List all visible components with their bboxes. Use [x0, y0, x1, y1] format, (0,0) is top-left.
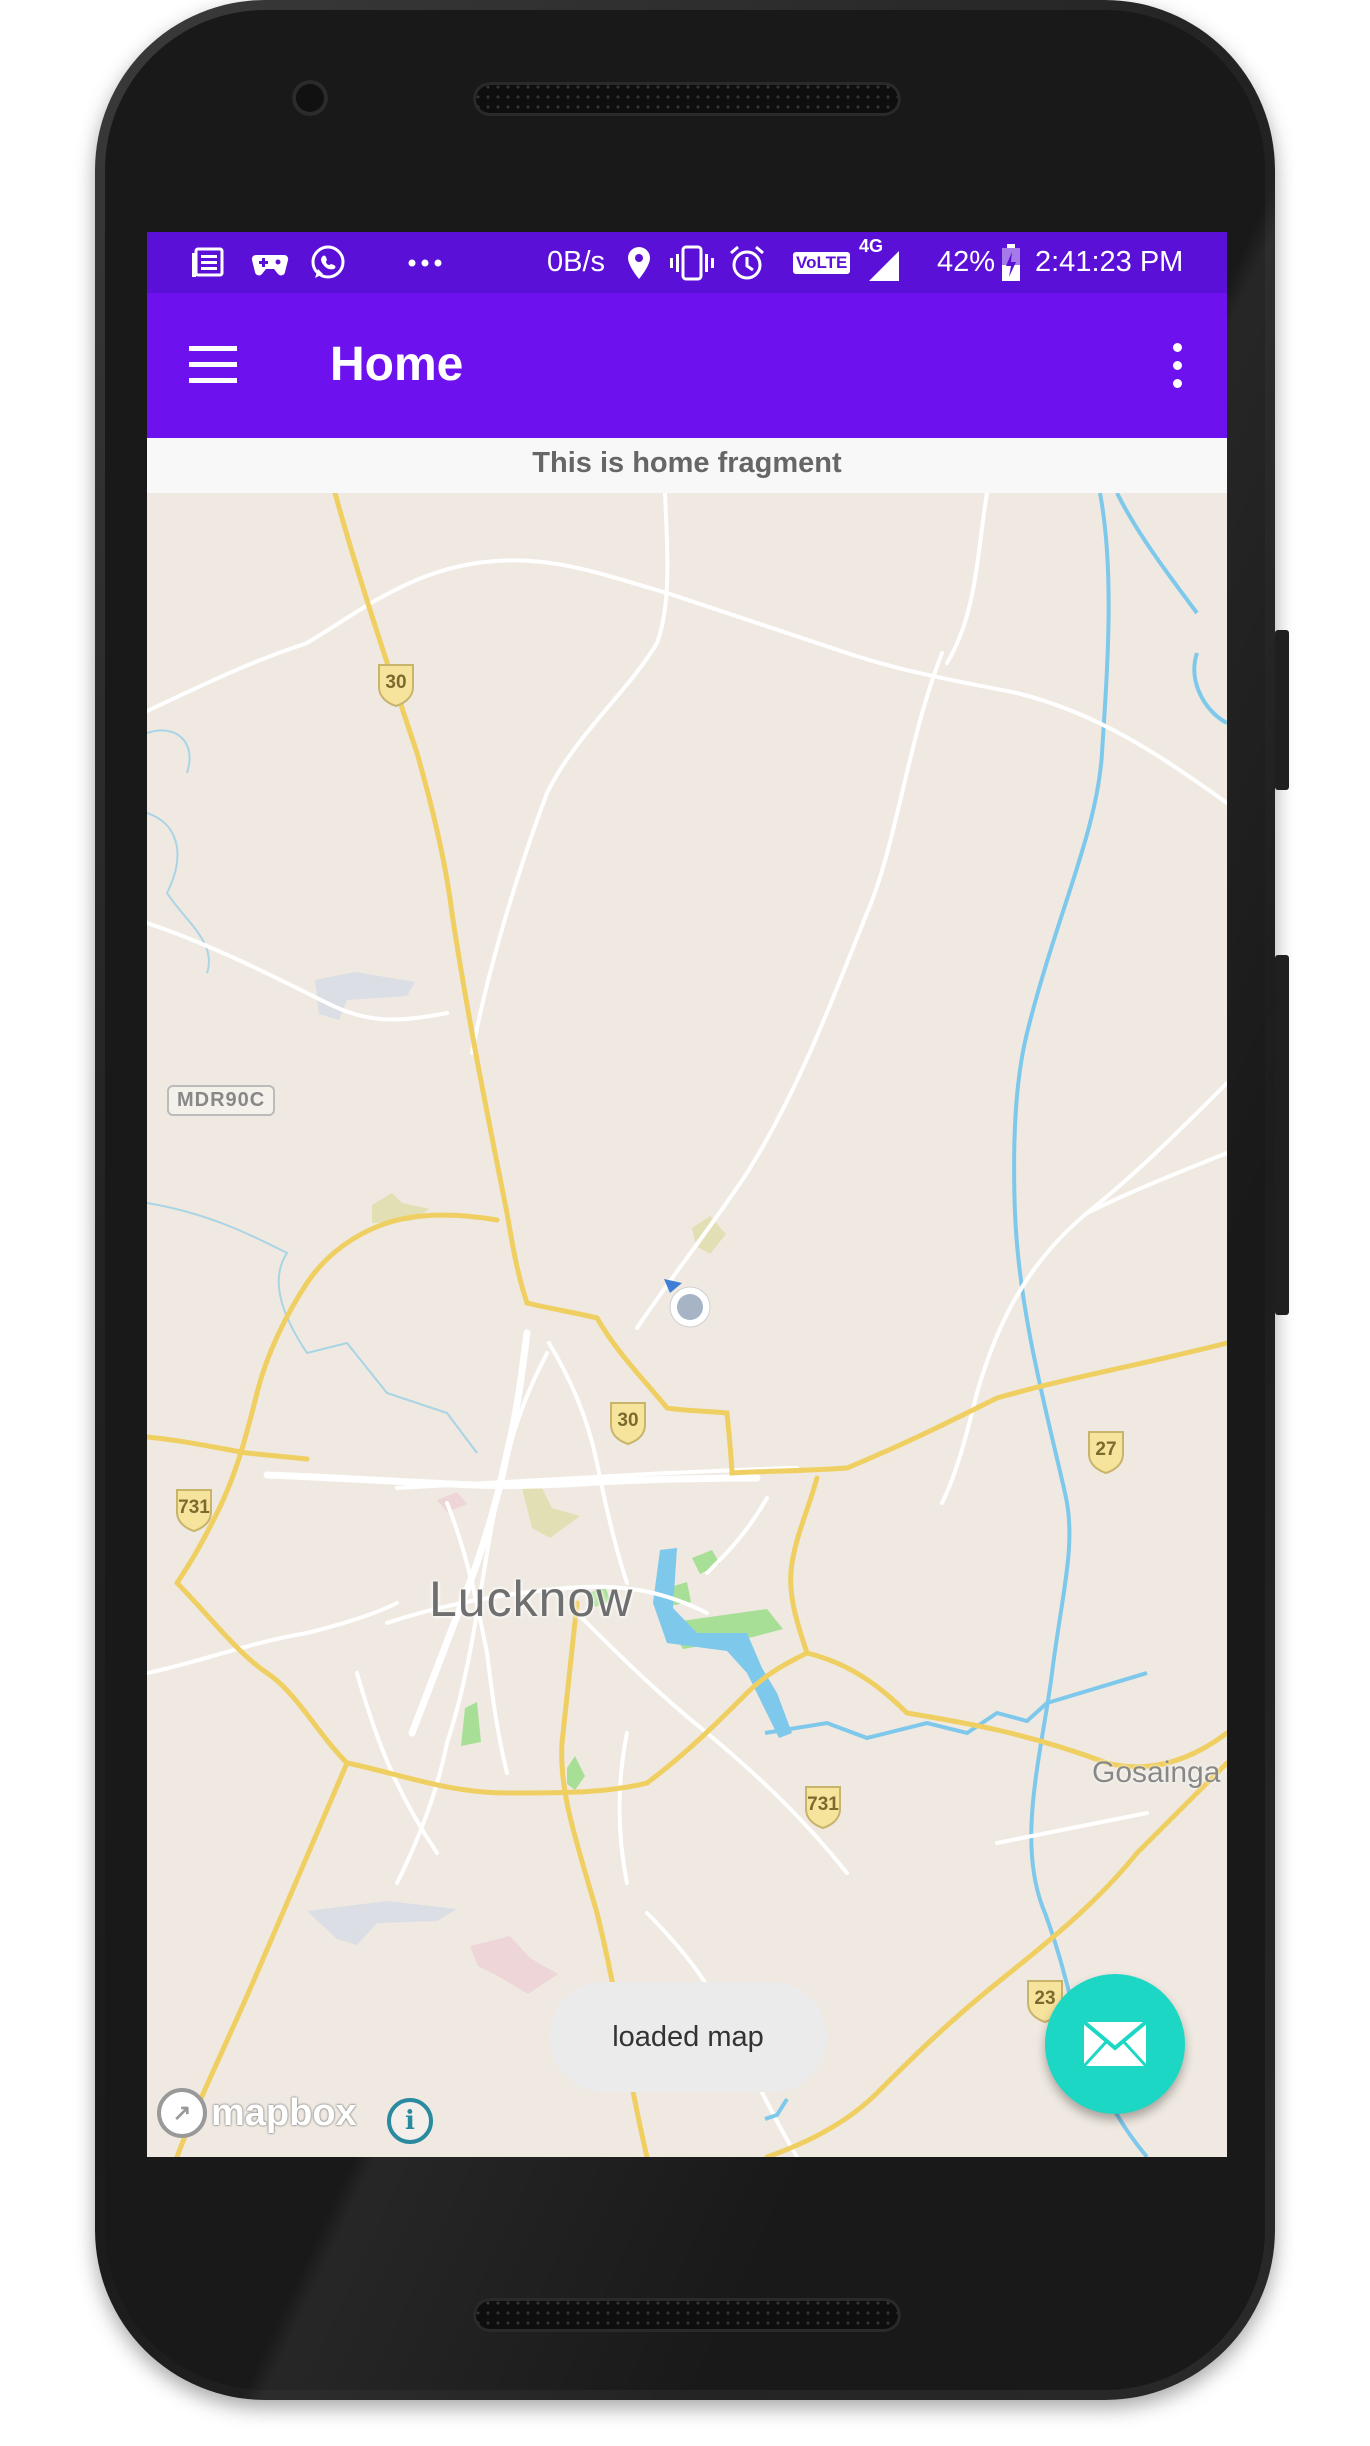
hamburger-menu-icon[interactable] [183, 338, 243, 394]
map-view[interactable]: Lucknow Gosainga MDR90C 30 30 731 731 27… [147, 493, 1227, 2157]
more-vert-icon[interactable] [1157, 333, 1197, 397]
volume-button [1275, 955, 1289, 1315]
email-fab-button[interactable] [1045, 1974, 1185, 2114]
volte-icon: VoLTE [793, 232, 851, 293]
front-camera [292, 80, 328, 116]
mapbox-attribution: mapbox [211, 2091, 357, 2134]
top-speaker [473, 82, 901, 116]
game-controller-icon [250, 232, 290, 293]
network-type: 4G [859, 236, 884, 256]
location-icon [625, 232, 653, 293]
battery-charging-icon [1000, 232, 1022, 293]
route-number: 731 [178, 1497, 210, 1518]
volte-label: VoLTE [793, 251, 851, 274]
route-number: 731 [807, 1794, 839, 1815]
alarm-icon [727, 232, 767, 293]
battery-percent: 42% [937, 246, 996, 278]
info-icon[interactable]: i [387, 2098, 433, 2144]
route-number: 30 [617, 1410, 639, 1431]
route-number: 27 [1095, 1439, 1117, 1460]
signal-icon: 4G [859, 232, 903, 293]
app-toolbar: Home [147, 293, 1227, 438]
town-label: Gosainga [1092, 1756, 1221, 1789]
route-shield: 30 [376, 662, 416, 708]
status-bar: 0B/s VoLTE 4G 42% 2:41:23 PM [147, 232, 1227, 293]
whatsapp-icon [309, 232, 347, 293]
news-icon [190, 232, 226, 293]
route-number: 30 [385, 672, 407, 693]
user-location-icon [660, 1277, 711, 1328]
route-shield: 30 [608, 1400, 648, 1446]
clock: 2:41:23 PM [1035, 246, 1184, 278]
city-label: Lucknow [429, 1571, 634, 1627]
route-shield: 731 [174, 1487, 214, 1533]
fragment-text: This is home fragment [147, 438, 1227, 493]
network-speed: 0B/s [547, 246, 606, 278]
more-dots-icon [407, 232, 443, 293]
route-number: 23 [1034, 1988, 1056, 2009]
bottom-speaker [473, 2298, 901, 2332]
route-shield: 27 [1086, 1429, 1126, 1475]
mapbox-mark-icon: ↗ [157, 2088, 207, 2138]
email-icon [1082, 2020, 1148, 2068]
power-button [1275, 630, 1289, 790]
route-shield: 731 [803, 1784, 843, 1830]
mapbox-logo: ↗ mapbox [157, 2087, 357, 2139]
page-title: Home [330, 338, 464, 391]
mdr-route-label: MDR90C [167, 1085, 276, 1116]
device-screen: 0B/s VoLTE 4G 42% 2:41:23 PM Home This i… [147, 232, 1227, 2157]
toast-message: loaded map [549, 1982, 827, 2092]
vibrate-icon [669, 232, 715, 293]
